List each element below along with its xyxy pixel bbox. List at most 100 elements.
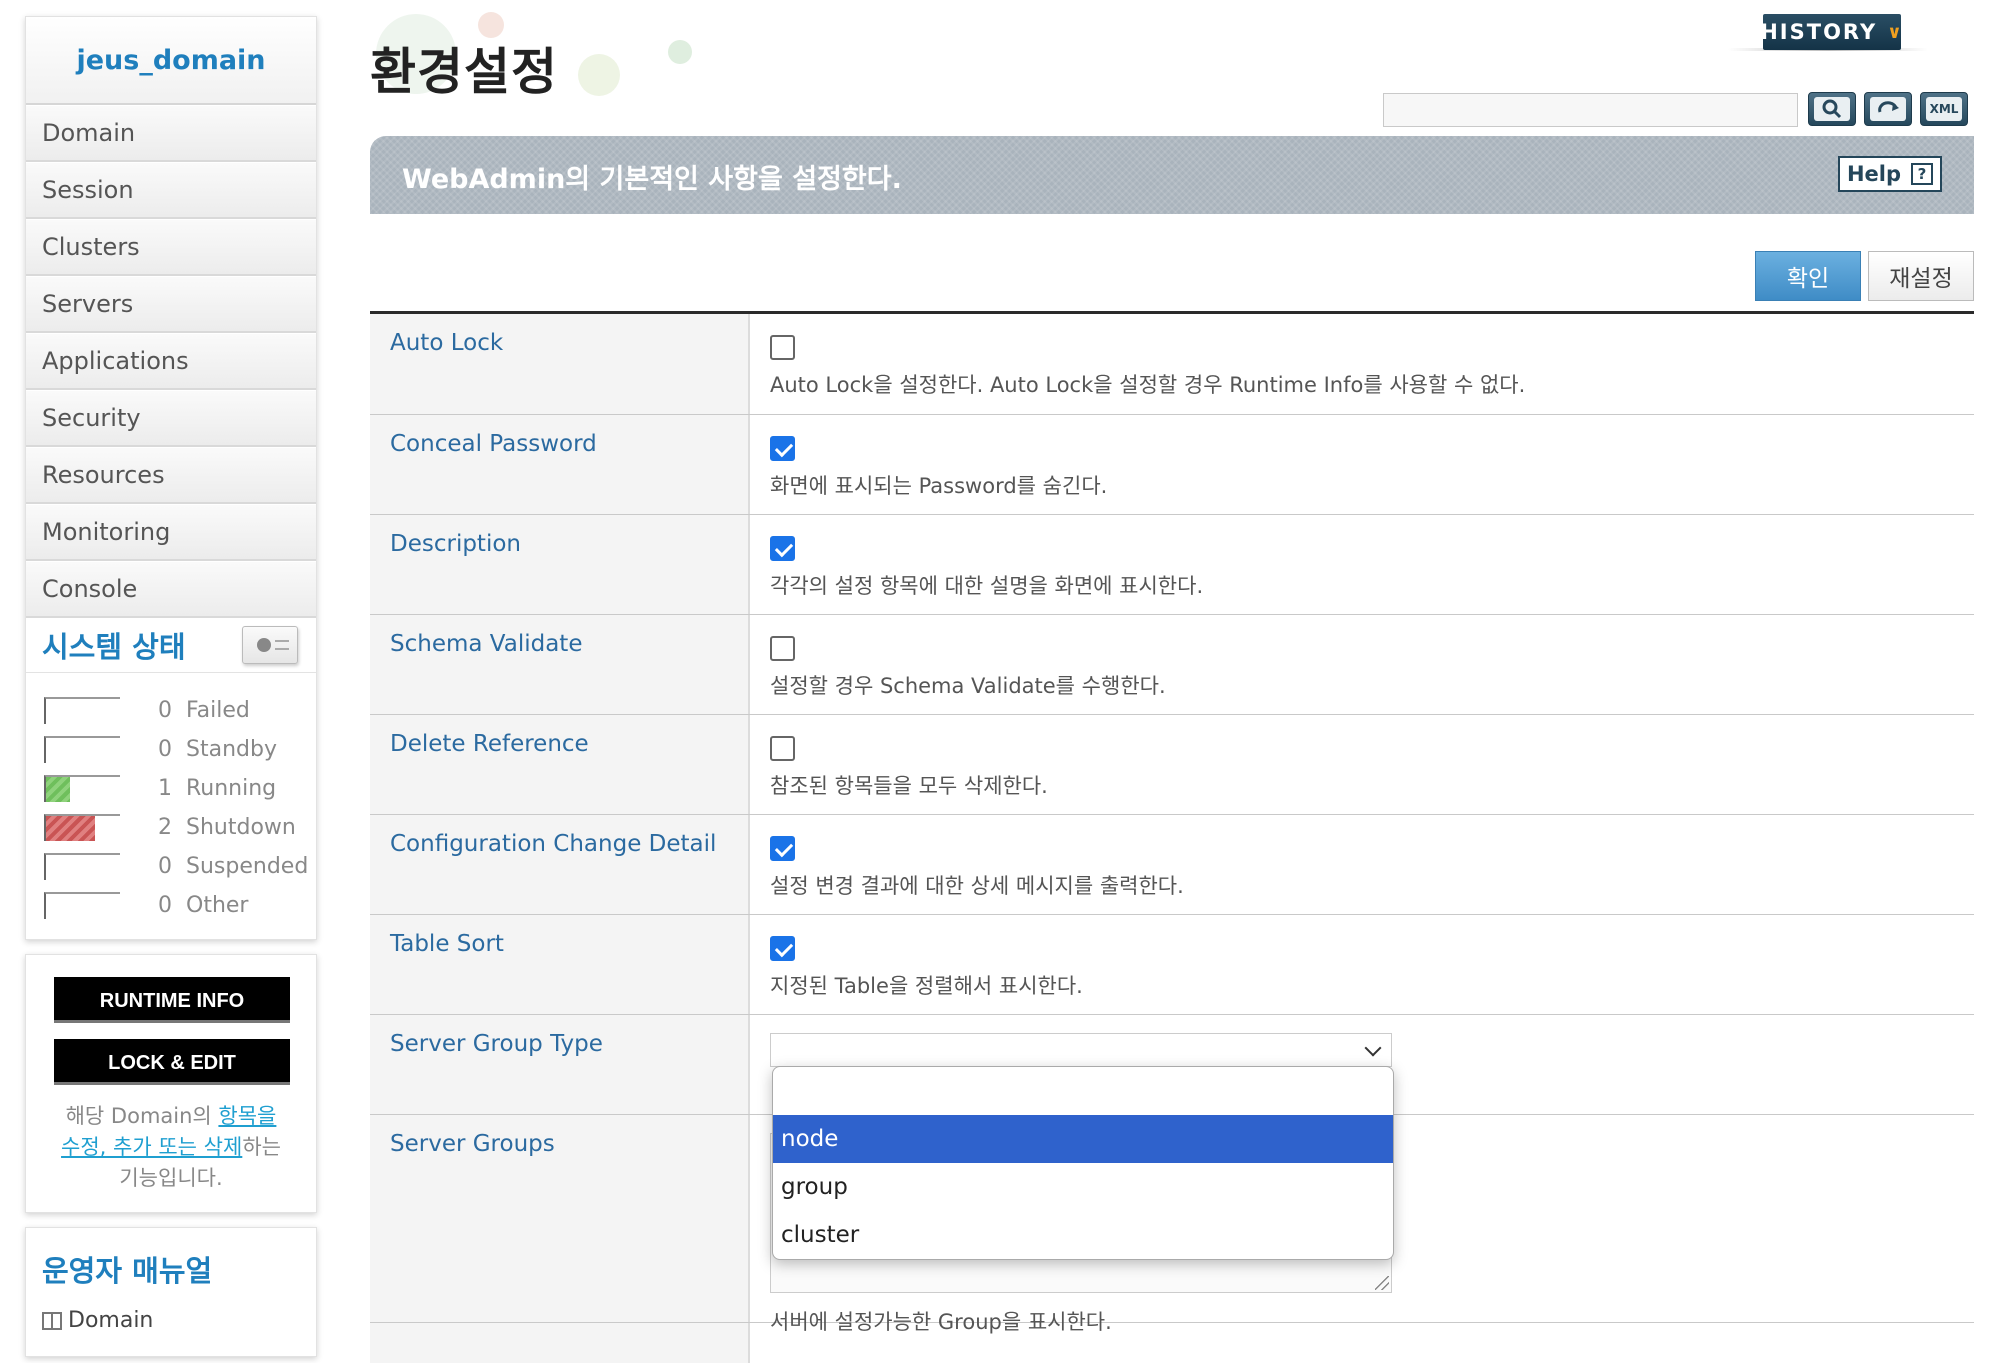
status-row-running: 1 Running [44, 769, 316, 808]
lock-edit-button[interactable]: LOCK & EDIT [54, 1039, 290, 1085]
status-count: 1 [158, 776, 172, 801]
setting-row-description: Description 각각의 설정 항목에 대한 설명을 화면에 표시한다. [370, 515, 1974, 615]
status-label: Other [186, 893, 249, 918]
delete-reference-checkbox[interactable] [770, 736, 795, 761]
setting-description: 설정 변경 결과에 대한 상세 메시지를 출력한다. [770, 874, 1184, 898]
setting-row-next [370, 1323, 1974, 1363]
resize-grip-icon[interactable] [1375, 1276, 1389, 1290]
status-count: 2 [158, 815, 172, 840]
status-count: 0 [158, 854, 172, 879]
status-chart-toggle-icon[interactable] [242, 626, 298, 664]
setting-description: Auto Lock을 설정한다. Auto Lock을 설정할 경우 Runti… [770, 373, 1526, 397]
history-label: HISTORY [1760, 20, 1878, 44]
status-label: Failed [186, 698, 250, 723]
dropdown-option-cluster[interactable]: cluster [773, 1211, 1393, 1259]
setting-description: 참조된 항목들을 모두 삭제한다. [770, 774, 1048, 798]
table-sort-checkbox[interactable] [770, 936, 795, 961]
setting-label: Conceal Password [370, 415, 750, 514]
sidebar-item-servers[interactable]: Servers [26, 276, 316, 333]
history-button[interactable]: HISTORY ∨ [1760, 14, 1902, 50]
setting-value: 각각의 설정 항목에 대한 설명을 화면에 표시한다. [750, 515, 1974, 614]
status-bar [44, 775, 120, 802]
search-button[interactable] [1808, 92, 1856, 126]
status-label: Running [186, 776, 277, 801]
schema-validate-checkbox[interactable] [770, 636, 795, 661]
sidebar: jeus_domain Domain Session Clusters Serv… [25, 16, 317, 1357]
sidebar-item-monitoring[interactable]: Monitoring [26, 504, 316, 561]
domain-title[interactable]: jeus_domain [26, 17, 316, 105]
setting-value [750, 1323, 1974, 1363]
manual-link-domain[interactable]: Domain [42, 1308, 300, 1333]
setting-description: 화면에 표시되는 Password를 숨긴다. [770, 474, 1108, 498]
status-row-shutdown: 2 Shutdown [44, 808, 316, 847]
runtime-info-button[interactable]: RUNTIME INFO [54, 977, 290, 1023]
manual-title: 운영자 매뉴얼 [42, 1254, 213, 1288]
status-bar [44, 697, 120, 724]
setting-label: Delete Reference [370, 715, 750, 814]
setting-label: Table Sort [370, 915, 750, 1014]
sidebar-item-session[interactable]: Session [26, 162, 316, 219]
description-banner: WebAdmin의 기본적인 사항을 설정한다. Help ? [370, 136, 1974, 214]
lock-desc-pre: 해당 Domain의 [65, 1104, 219, 1128]
confirm-button[interactable]: 확인 [1755, 251, 1861, 301]
status-row-other: 0 Other [44, 886, 316, 925]
setting-row-delete-reference: Delete Reference 참조된 항목들을 모두 삭제한다. [370, 715, 1974, 815]
search-input[interactable] [1383, 93, 1798, 127]
system-status-list: 0 Failed 0 Standby 1 Running 2 Shutdown … [26, 673, 316, 939]
status-row-suspended: 0 Suspended [44, 847, 316, 886]
setting-row-configuration-change-detail: Configuration Change Detail 설정 변경 결과에 대한… [370, 815, 1974, 915]
setting-label: Server Groups [370, 1115, 750, 1322]
setting-label: Configuration Change Detail [370, 815, 750, 914]
server-group-type-dropdown: node group cluster [772, 1066, 1394, 1260]
status-bar [44, 736, 120, 763]
setting-row-schema-validate: Schema Validate 설정할 경우 Schema Validate를 … [370, 615, 1974, 715]
setting-label: Auto Lock [370, 314, 750, 414]
sidebar-item-console[interactable]: Console [26, 561, 316, 618]
refresh-button[interactable] [1864, 92, 1912, 126]
sidebar-item-resources[interactable]: Resources [26, 447, 316, 504]
help-label: Help [1846, 162, 1902, 186]
auto-lock-checkbox[interactable] [770, 335, 795, 360]
setting-label: Server Group Type [370, 1015, 750, 1114]
status-label: Shutdown [186, 815, 296, 840]
setting-value: 설정 변경 결과에 대한 상세 메시지를 출력한다. [750, 815, 1974, 914]
conceal-password-checkbox[interactable] [770, 436, 795, 461]
book-icon [42, 1311, 62, 1330]
lock-edit-card: RUNTIME INFO LOCK & EDIT 해당 Domain의 항목을 … [25, 954, 317, 1213]
setting-value: 참조된 항목들을 모두 삭제한다. [750, 715, 1974, 814]
status-count: 0 [158, 737, 172, 762]
dropdown-option-empty[interactable] [773, 1067, 1393, 1115]
nav-card: jeus_domain Domain Session Clusters Serv… [25, 16, 317, 940]
system-status-header: 시스템 상태 [26, 618, 316, 673]
page-title: 환경설정 [370, 43, 558, 101]
setting-row-conceal-password: Conceal Password 화면에 표시되는 Password를 숨긴다. [370, 415, 1974, 515]
dropdown-option-node[interactable]: node [773, 1115, 1393, 1163]
server-group-type-select[interactable] [770, 1033, 1392, 1067]
sidebar-item-security[interactable]: Security [26, 390, 316, 447]
status-count: 0 [158, 698, 172, 723]
sidebar-item-clusters[interactable]: Clusters [26, 219, 316, 276]
reset-button[interactable]: 재설정 [1868, 251, 1974, 301]
status-row-standby: 0 Standby [44, 730, 316, 769]
sidebar-item-applications[interactable]: Applications [26, 333, 316, 390]
setting-value: Auto Lock을 설정한다. Auto Lock을 설정할 경우 Runti… [750, 314, 1974, 414]
setting-value: 지정된 Table을 정렬해서 표시한다. [750, 915, 1974, 1014]
chevron-down-icon [1364, 1039, 1382, 1057]
decor-circle [578, 54, 620, 96]
dropdown-option-group[interactable]: group [773, 1163, 1393, 1211]
setting-value: 화면에 표시되는 Password를 숨긴다. [750, 415, 1974, 514]
setting-label [370, 1323, 750, 1363]
setting-description: 설정할 경우 Schema Validate를 수행한다. [770, 674, 1166, 698]
setting-description: 각각의 설정 항목에 대한 설명을 화면에 표시한다. [770, 574, 1204, 598]
search-icon [1814, 97, 1850, 121]
status-bar [44, 814, 120, 841]
refresh-icon [1870, 97, 1906, 121]
configuration-change-detail-checkbox[interactable] [770, 836, 795, 861]
help-button[interactable]: Help ? [1838, 156, 1942, 192]
status-bar [44, 892, 120, 919]
xml-export-button[interactable]: XML [1920, 92, 1968, 126]
status-label: Standby [186, 737, 277, 762]
setting-value: 설정할 경우 Schema Validate를 수행한다. [750, 615, 1974, 714]
description-checkbox[interactable] [770, 536, 795, 561]
sidebar-item-domain[interactable]: Domain [26, 105, 316, 162]
